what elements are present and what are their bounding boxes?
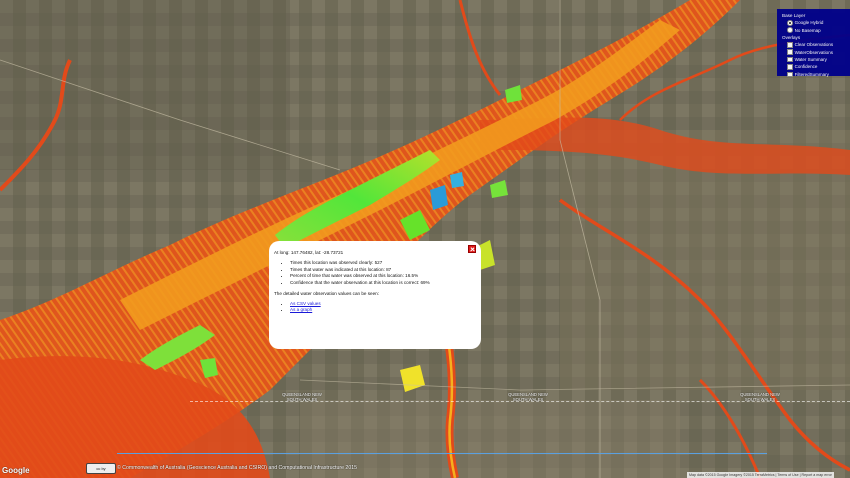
list-item: Times this location was observed clearly… xyxy=(290,260,473,266)
base-layer-label: Google Hybrid xyxy=(794,20,824,26)
state-label-2: QUEENSLAND NEW SOUTH WALES xyxy=(508,392,548,402)
google-logo[interactable]: Google xyxy=(2,466,30,475)
popup-links-list: As CSV values As a graph xyxy=(274,301,473,313)
checkbox-icon[interactable] xyxy=(787,71,793,78)
checkbox-icon[interactable] xyxy=(787,56,793,63)
overlay-label: Clear Observations xyxy=(794,42,834,48)
location-info-popup: At long: 147.76482, lat: -28.73721 Times… xyxy=(269,241,481,349)
overlay-option-confidence[interactable]: Confidence xyxy=(787,63,847,70)
graph-link[interactable]: As a graph xyxy=(290,307,312,312)
overlay-option-filtered-summary[interactable]: FilteredSummary xyxy=(787,71,847,78)
popup-stats-list: Times this location was observed clearly… xyxy=(274,260,473,286)
base-layer-heading: Base Layer xyxy=(782,13,806,18)
satellite-map[interactable] xyxy=(0,0,850,478)
map-data-attribution[interactable]: Map data ©2015 Google Imagery ©2015 Terr… xyxy=(687,472,834,478)
checkbox-icon[interactable] xyxy=(787,49,793,56)
checkbox-icon[interactable] xyxy=(787,64,793,70)
radio-icon[interactable] xyxy=(787,27,793,34)
terrain-light-patch-2 xyxy=(300,400,680,478)
overlay-label: FilteredSummary xyxy=(794,71,829,77)
layer-switcher-panel: Base Layer Google Hybrid No Basemap Over… xyxy=(777,9,850,78)
list-item: Times that water was indicated at this l… xyxy=(290,267,473,273)
base-layer-option-google-hybrid[interactable]: Google Hybrid xyxy=(787,19,847,26)
cc-by-badge[interactable]: cc by xyxy=(86,463,116,474)
radio-icon[interactable] xyxy=(787,20,793,26)
checkbox-icon[interactable] xyxy=(787,42,793,48)
base-layer-label: No Basemap xyxy=(794,27,821,33)
popup-lead-text: The detailed water observation values ca… xyxy=(274,290,379,296)
overlay-label: WaterObservations xyxy=(794,49,833,55)
overlays-heading: Overlays xyxy=(782,34,801,40)
popup-coordinates: At long: 147.76482, lat: -28.73721 xyxy=(274,250,344,255)
overlay-option-clear-observations[interactable]: Clear Observations xyxy=(787,41,847,48)
overlay-option-water-summary[interactable]: Water Summary xyxy=(787,56,847,63)
list-item: As CSV values xyxy=(290,301,473,307)
list-item: Percent of time that water was observed … xyxy=(290,273,473,279)
attribution-text: © Commonwealth of Australia (Geoscience … xyxy=(117,465,357,471)
list-item: As a graph xyxy=(290,307,473,313)
csv-link[interactable]: As CSV values xyxy=(290,301,321,306)
terrain-dark-patch xyxy=(0,0,290,170)
blue-boundary-line xyxy=(117,453,767,454)
close-icon[interactable] xyxy=(468,245,476,253)
overlay-label: Confidence xyxy=(794,64,818,70)
base-layer-option-no-basemap[interactable]: No Basemap xyxy=(787,27,847,34)
list-item: Confidence that the water observation at… xyxy=(290,280,473,286)
overlay-option-water-observations[interactable]: WaterObservations xyxy=(787,49,847,56)
overlay-label: Water Summary xyxy=(794,57,827,63)
state-label-3: QUEENSLAND NEW SOUTH WALES xyxy=(740,392,780,402)
state-label-1: QUEENSLAND NEW SOUTH WALES xyxy=(282,392,322,402)
